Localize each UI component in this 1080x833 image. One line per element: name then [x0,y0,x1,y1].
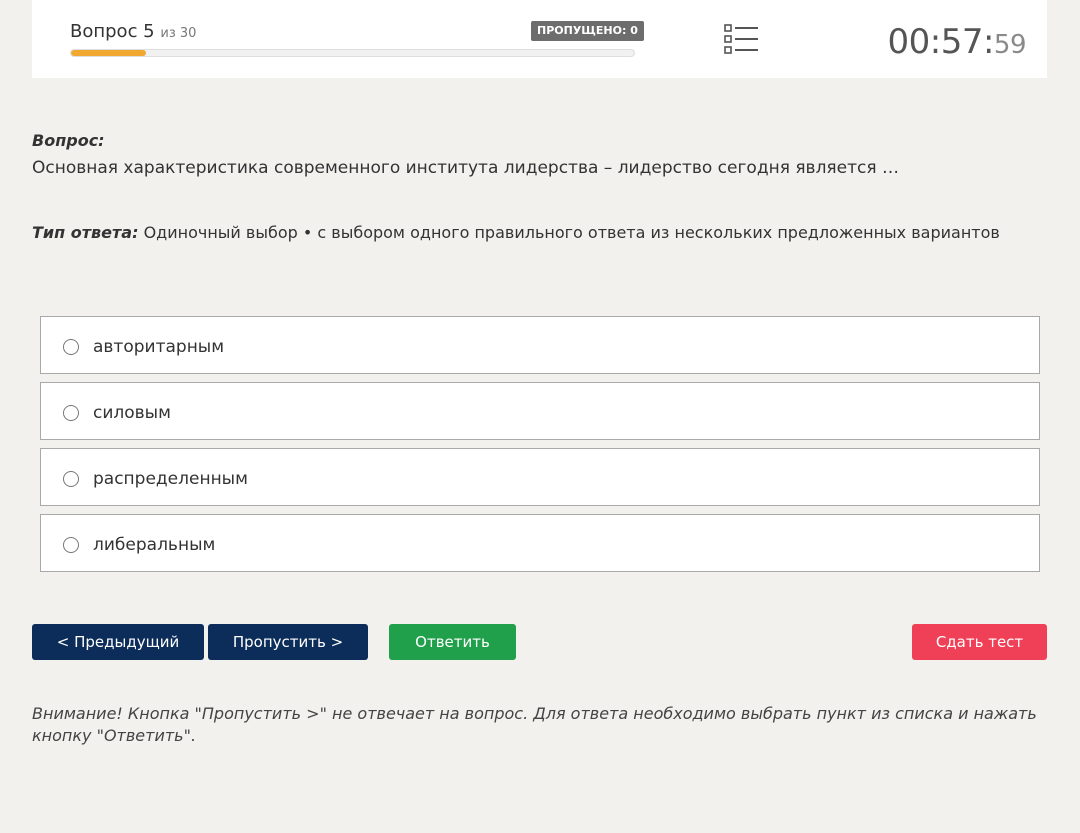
progress-fill [71,50,146,56]
timer-seconds: 59 [993,30,1027,60]
question-label: Вопрос: [32,131,105,150]
answer-type-label: Тип ответа: [32,223,139,242]
previous-button[interactable]: < Предыдущий [32,624,204,660]
answer-option-label: авторитарным [93,337,225,357]
timer-main: 00:57: [887,22,994,62]
answer-option[interactable]: авторитарным [40,316,1040,374]
list-icon[interactable] [724,24,760,54]
answer-option[interactable]: распределенным [40,448,1040,506]
header-panel: Вопрос 5 из 30 ПРОПУЩЕНО: 0 00:57:59 [32,0,1047,78]
skipped-badge: ПРОПУЩЕНО: 0 [531,21,644,41]
radio-button[interactable] [63,471,79,487]
warning-note: Внимание! Кнопка "Пропустить >" не отвеч… [32,704,1037,745]
question-number: Вопрос 5 [70,21,155,42]
radio-button[interactable] [63,405,79,421]
answer-option[interactable]: либеральным [40,514,1040,572]
answer-type-text: Одиночный выбор • с выбором одного прави… [143,223,1000,242]
answer-button[interactable]: Ответить [389,624,516,660]
timer: 00:57:59 [887,22,1026,62]
progress-bar [70,49,635,57]
radio-button[interactable] [63,339,79,355]
submit-test-button[interactable]: Сдать тест [912,624,1047,660]
answer-option-label: силовым [93,403,171,423]
question-counter: Вопрос 5 из 30 [70,21,196,42]
radio-button[interactable] [63,537,79,553]
skip-button[interactable]: Пропустить > [208,624,368,660]
answer-option-label: либеральным [93,535,216,555]
answer-option[interactable]: силовым [40,382,1040,440]
answer-type: Тип ответа: Одиночный выбор • с выбором … [32,223,1000,242]
answer-option-label: распределенным [93,469,248,489]
question-text: Основная характеристика современного инс… [32,158,899,178]
question-total: из 30 [160,26,197,41]
